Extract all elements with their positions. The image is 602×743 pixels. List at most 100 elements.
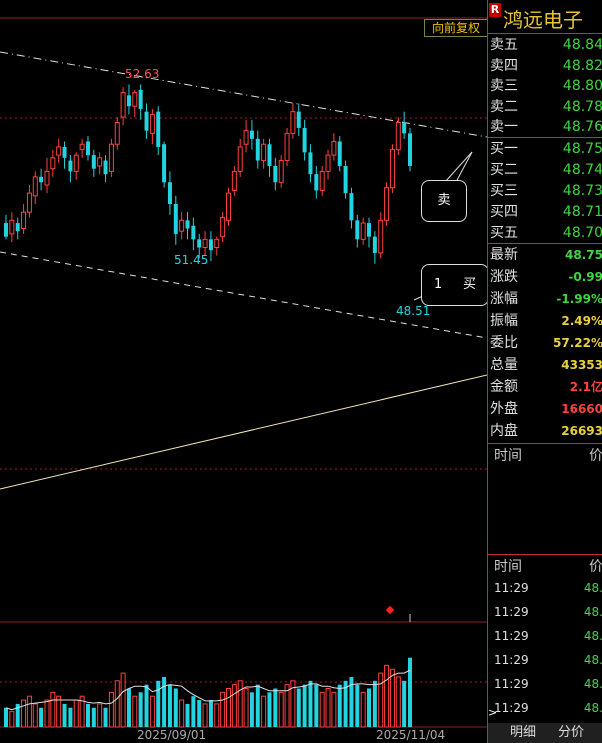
low-price-label: 51.45 bbox=[174, 253, 208, 267]
candle-body bbox=[231, 170, 237, 191]
stock-name[interactable]: 鸿远电子 bbox=[503, 4, 583, 33]
candle-body bbox=[284, 132, 290, 162]
tick-row[interactable]: 11:29 48. bbox=[488, 672, 602, 696]
volume-bar bbox=[314, 684, 319, 727]
candle-body bbox=[85, 141, 90, 156]
candle-body bbox=[319, 170, 325, 191]
volume-bar bbox=[179, 699, 185, 728]
tick-row[interactable]: 11:29 48. bbox=[488, 624, 602, 648]
price-column-label: 价 bbox=[589, 448, 602, 464]
volume-bar bbox=[208, 700, 213, 727]
candle-body bbox=[173, 204, 178, 234]
tab-price[interactable]: 分价 bbox=[558, 723, 584, 743]
candle-body bbox=[243, 130, 249, 145]
volume-bar bbox=[220, 691, 226, 728]
stat-row: 委比 57.22% bbox=[488, 332, 602, 355]
candle-body bbox=[126, 95, 131, 107]
timesales-header-1: 时间 价 bbox=[488, 445, 602, 467]
candle-body bbox=[185, 220, 190, 229]
tick-time: 11:29 bbox=[494, 629, 529, 643]
divider bbox=[488, 554, 602, 555]
stat-row: 金额 2.1亿 bbox=[488, 376, 602, 399]
tick-price: 48. bbox=[583, 605, 602, 619]
volume-bar bbox=[273, 688, 278, 727]
volume-bar bbox=[156, 680, 161, 727]
sell-annotation[interactable]: 卖 bbox=[421, 180, 467, 222]
candle-body bbox=[62, 146, 67, 158]
tick-row[interactable]: 11:29 48. bbox=[488, 648, 602, 672]
candle-body bbox=[103, 160, 108, 175]
channel-upper-line bbox=[0, 51, 487, 138]
volume-bar bbox=[408, 657, 412, 727]
candle-body bbox=[302, 127, 307, 153]
volume-bar bbox=[173, 688, 178, 727]
order-book-row[interactable]: 买四 48.71 bbox=[488, 201, 602, 224]
stat-value: -1.99% bbox=[556, 292, 602, 306]
candle-body bbox=[114, 122, 120, 145]
candle-body bbox=[308, 152, 313, 175]
volume-bar bbox=[296, 688, 301, 727]
tab-detail[interactable]: 明细 bbox=[510, 723, 536, 743]
order-book-row[interactable]: 买二 48.74 bbox=[488, 159, 602, 182]
volume-bar bbox=[389, 668, 395, 728]
order-book-row[interactable]: 买一 48.75 bbox=[488, 138, 602, 161]
tick-price: 48. bbox=[583, 653, 602, 667]
tick-time: 11:29 bbox=[494, 701, 529, 715]
candle-body bbox=[290, 111, 296, 134]
tick-row[interactable]: 11:29 48. bbox=[488, 696, 602, 720]
candle-body bbox=[372, 236, 377, 253]
candle-body bbox=[225, 192, 231, 221]
volume-bar bbox=[73, 699, 79, 728]
volume-bar bbox=[237, 680, 243, 728]
timesales-header-2: 时间 价 bbox=[488, 556, 602, 578]
candle-body bbox=[4, 223, 8, 237]
stat-value: 26693 bbox=[561, 424, 602, 438]
volume-bar bbox=[120, 672, 126, 728]
candle-body bbox=[44, 170, 50, 186]
order-book-row[interactable]: 买五 48.70 bbox=[488, 222, 602, 245]
candlestick-chart[interactable]: 52.63 51.45 48.51 bbox=[0, 0, 487, 743]
order-book-price: 48.71 bbox=[562, 204, 602, 220]
volume-bar bbox=[231, 684, 237, 728]
stat-row: 最新 48.75 bbox=[488, 244, 602, 267]
order-book-row[interactable]: 卖一 48.76 bbox=[488, 116, 602, 139]
candle-body bbox=[15, 223, 20, 232]
volume-bar bbox=[191, 696, 196, 727]
quote-panel: R 鸿远电子 卖五 48.84 卖四 48.82 卖三 48.80 卖二 48.78 卖一 48.… bbox=[487, 0, 602, 743]
candle-body bbox=[56, 146, 62, 156]
restore-rights-button[interactable]: 向前复权 bbox=[424, 19, 488, 37]
volume-bar bbox=[126, 688, 131, 727]
tick-row[interactable]: 11:29 48. bbox=[488, 576, 602, 600]
price-column-label: 价 bbox=[589, 559, 602, 575]
order-book-label: 买二 bbox=[490, 162, 518, 178]
high-price-label: 52.63 bbox=[125, 67, 159, 81]
buy-annotation-count: 1 bbox=[434, 277, 443, 292]
buy-annotation[interactable]: 1 买 bbox=[421, 264, 489, 306]
signal-diamond-icon bbox=[385, 605, 395, 615]
volume-bar bbox=[68, 707, 73, 727]
candle-body bbox=[73, 154, 79, 172]
stat-value: 16660 bbox=[561, 402, 602, 416]
volume-bar bbox=[384, 664, 390, 728]
tick-time: 11:29 bbox=[494, 605, 529, 619]
stat-label: 外盘 bbox=[490, 401, 518, 417]
stat-value: 2.49% bbox=[561, 314, 602, 328]
candle-body bbox=[337, 141, 342, 166]
volume-bar bbox=[103, 707, 108, 727]
volume-bar bbox=[355, 684, 360, 727]
volume-bar bbox=[32, 703, 38, 728]
order-book-row[interactable]: 买三 48.73 bbox=[488, 180, 602, 203]
stat-label: 涨幅 bbox=[490, 291, 518, 307]
volume-bar bbox=[162, 676, 167, 727]
volume-bar bbox=[62, 703, 67, 727]
volume-bar bbox=[308, 680, 313, 727]
support-line bbox=[0, 374, 487, 490]
volume-bar bbox=[56, 695, 62, 728]
candle-body bbox=[267, 144, 272, 166]
order-book-label: 买四 bbox=[490, 204, 518, 220]
order-book-price: 48.74 bbox=[562, 162, 602, 178]
candle-body bbox=[349, 193, 354, 221]
tick-row[interactable]: 11:29 48. bbox=[488, 600, 602, 624]
candle-body bbox=[402, 122, 407, 134]
volume-bar bbox=[225, 688, 231, 728]
